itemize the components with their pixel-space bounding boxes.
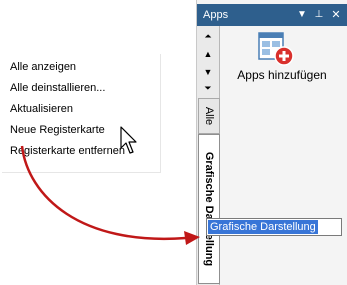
scroll-down-icon[interactable]: ▼ <box>201 66 215 78</box>
tab-alle-label: Alle <box>203 106 215 126</box>
tab-strip: ⏶ ▲ ▼ ⏷ Alle Grafische Darstellung <box>197 26 220 285</box>
menu-item-alle-deinstallieren[interactable]: Alle deinstallieren... <box>10 78 105 98</box>
tab-alle[interactable]: Alle <box>198 98 220 134</box>
scroll-last-icon[interactable]: ⏷ <box>201 82 215 94</box>
panel-title: Apps <box>203 9 229 21</box>
dropdown-icon[interactable]: ▼ <box>295 7 309 23</box>
pin-icon[interactable]: ⊥ <box>312 7 326 23</box>
tab-rename-selected-text: Grafische Darstellung <box>208 220 318 234</box>
mouse-cursor-icon <box>120 126 137 154</box>
add-apps-tile[interactable]: Apps hinzufügen <box>230 30 334 90</box>
tab-grafische-darstellung[interactable]: Grafische Darstellung <box>198 134 220 284</box>
panel-header: Apps ▼ ⊥ ✕ <box>197 4 347 26</box>
scroll-up-icon[interactable]: ▲ <box>201 48 215 60</box>
menu-item-neue-registerkarte[interactable]: Neue Registerkarte <box>10 120 105 140</box>
scroll-first-icon[interactable]: ⏶ <box>201 30 215 42</box>
tab-grafische-darstellung-label: Grafische Darstellung <box>203 151 215 267</box>
add-apps-label: Apps hinzufügen <box>237 68 327 82</box>
close-icon[interactable]: ✕ <box>329 7 343 23</box>
menu-item-alle-anzeigen[interactable]: Alle anzeigen <box>10 57 76 77</box>
add-app-icon <box>258 32 294 66</box>
tab-rename-input[interactable]: Grafische Darstellung <box>206 218 342 236</box>
menu-item-registerkarte-entfernen[interactable]: Registerkarte entfernen <box>10 141 125 161</box>
apps-panel: Apps ▼ ⊥ ✕ ⏶ ▲ ▼ ⏷ Alle Grafische Darste… <box>196 0 347 285</box>
menu-item-aktualisieren[interactable]: Aktualisieren <box>10 99 73 119</box>
